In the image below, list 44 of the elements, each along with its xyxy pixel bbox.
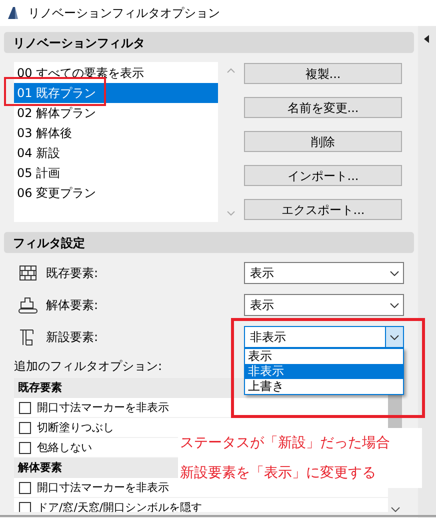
field-label: 解体要素: bbox=[46, 297, 100, 314]
option-label: 包絡しない bbox=[37, 440, 92, 454]
option-label: 切断塗りつぶし bbox=[37, 420, 114, 434]
dropdown-option[interactable]: 上書き bbox=[245, 379, 403, 394]
bulldozer-icon bbox=[18, 296, 38, 314]
checkbox[interactable] bbox=[19, 442, 31, 454]
checkbox[interactable] bbox=[19, 422, 31, 434]
checkbox[interactable] bbox=[19, 402, 31, 414]
dropdown-option[interactable]: 非表示 bbox=[245, 364, 403, 379]
filter-list-item[interactable]: 03 解体後 bbox=[14, 123, 218, 143]
filter-list-item[interactable]: 02 解体プラン bbox=[14, 103, 218, 123]
brick-wall-icon bbox=[19, 265, 37, 281]
field-label: 既存要素: bbox=[46, 265, 100, 282]
dropdown-field[interactable]: 表示 bbox=[244, 294, 404, 316]
collapse-arrow-icon bbox=[424, 35, 430, 43]
options-label: 追加のフィルタオプション: bbox=[14, 358, 162, 374]
app-logo-icon bbox=[6, 6, 20, 20]
action-button[interactable]: 複製... bbox=[244, 63, 402, 84]
option-label: 開口寸法マーカーを非表示 bbox=[37, 400, 169, 414]
checkbox[interactable] bbox=[19, 502, 31, 512]
annotation-text: ステータスが「新設」だった場合 bbox=[180, 434, 391, 452]
section-header: リノベーションフィルタ bbox=[4, 32, 414, 53]
dropdown-field[interactable]: 表示 bbox=[244, 262, 404, 284]
field-label: 新設要素: bbox=[46, 329, 100, 346]
filter-list-item[interactable]: 01 既存プラン bbox=[14, 83, 218, 103]
section-header: フィルタ設定 bbox=[4, 232, 414, 253]
scroll-down-icon bbox=[227, 211, 235, 216]
action-button[interactable]: 削除 bbox=[244, 131, 402, 152]
dropdown-field[interactable]: 非表示 bbox=[244, 326, 404, 348]
option-label: 開口寸法マーカーを非表示 bbox=[37, 480, 169, 494]
action-button[interactable]: 名前を変更... bbox=[244, 97, 402, 118]
filter-list-item[interactable]: 06 変更プラン bbox=[14, 183, 218, 203]
window-title: リノベーションフィルタオプション bbox=[28, 5, 220, 22]
chevron-down-icon bbox=[390, 334, 399, 340]
action-button[interactable]: エクスポート... bbox=[244, 199, 402, 220]
action-button[interactable]: インポート... bbox=[244, 165, 402, 186]
chevron-down-icon bbox=[390, 270, 398, 276]
chevron-down-icon bbox=[390, 302, 398, 308]
scroll-down-icon bbox=[390, 507, 400, 512]
checkbox[interactable] bbox=[19, 482, 31, 494]
filter-list-item[interactable]: 04 新設 bbox=[14, 143, 218, 163]
dropdown-option[interactable]: 表示 bbox=[245, 349, 403, 364]
filter-list-item[interactable]: 05 計画 bbox=[14, 163, 218, 183]
scroll-up-icon bbox=[227, 68, 235, 73]
